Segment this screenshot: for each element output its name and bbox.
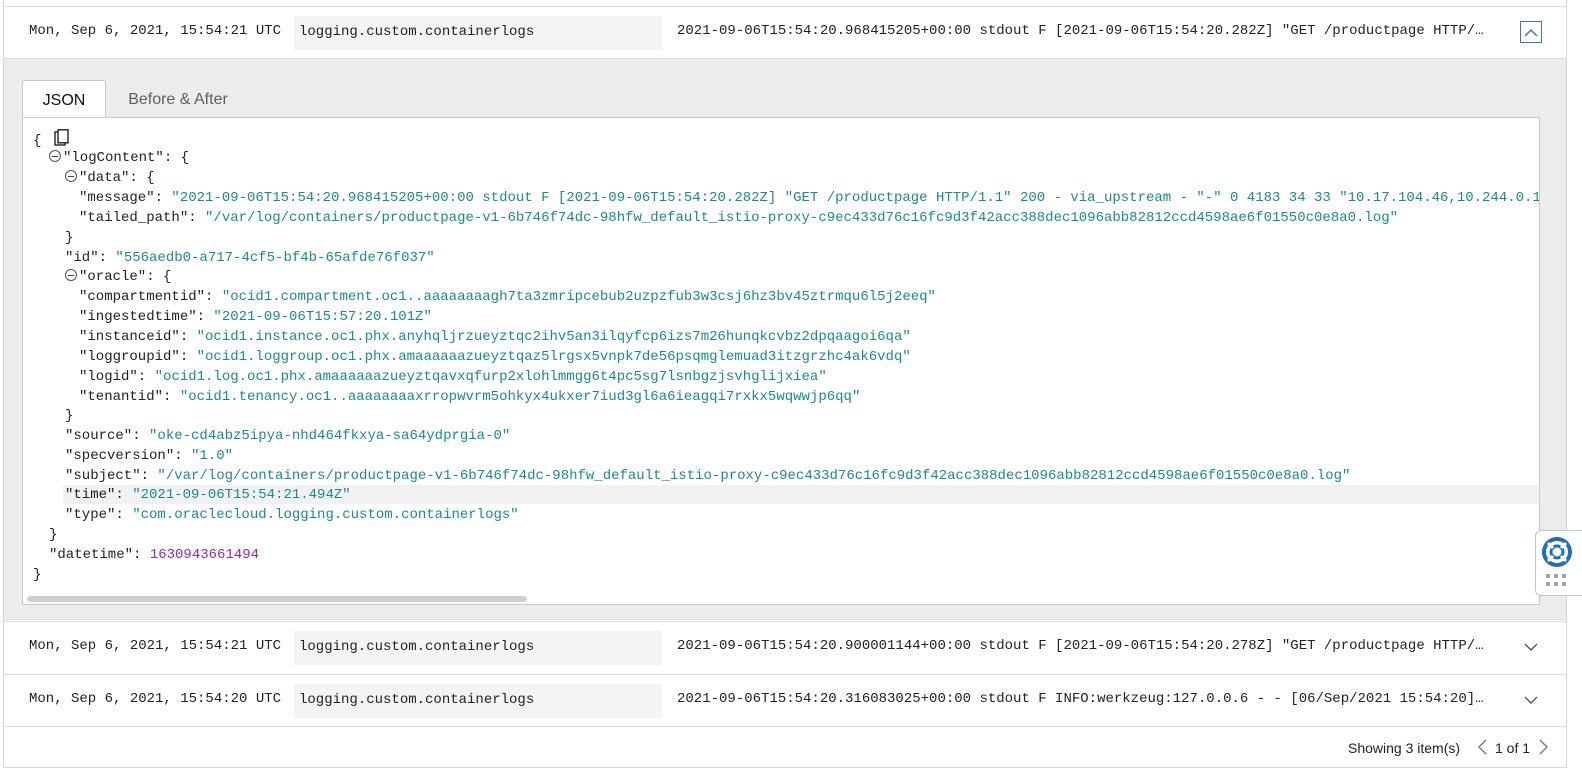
collapse-node-icon[interactable] [65, 269, 77, 281]
json-viewer: { "logContent": { "data": { "message": "… [22, 117, 1540, 605]
chevron-right-icon [1539, 739, 1548, 755]
horizontal-scrollbar[interactable] [27, 596, 527, 602]
lifebuoy-icon[interactable] [1542, 537, 1572, 567]
log-row-expanded[interactable]: Mon, Sep 6, 2021, 15:54:21 UTC logging.c… [4, 6, 1566, 58]
expand-row-button[interactable] [1520, 689, 1542, 711]
chevron-down-icon [1524, 696, 1538, 704]
help-widget[interactable] [1535, 530, 1582, 596]
json-line: } [65, 230, 74, 246]
log-source: logging.custom.containerlogs [294, 684, 662, 718]
json-line: "subject": "/var/log/containers/productp… [65, 468, 1351, 484]
chevron-left-icon [1478, 739, 1487, 755]
previous-page-button[interactable] [1477, 739, 1487, 758]
collapse-row-button[interactable] [1520, 21, 1542, 43]
json-line: "specversion": "1.0" [65, 448, 234, 464]
item-count-text: Showing 3 item(s) [1348, 740, 1461, 756]
tab-json[interactable]: JSON [22, 80, 106, 118]
json-line: } [33, 567, 42, 583]
json-line: "oracle": { [65, 268, 171, 287]
drag-handle-icon[interactable] [1546, 574, 1572, 588]
log-source: logging.custom.containerlogs [294, 631, 662, 665]
log-source: logging.custom.containerlogs [294, 16, 662, 50]
json-line: "type": "com.oraclecloud.logging.custom.… [65, 507, 519, 523]
pagination-footer: Showing 3 item(s) 1 of 1 [4, 726, 1566, 768]
json-line: "compartmentid": "ocid1.compartment.oc1.… [79, 289, 936, 305]
log-timestamp: Mon, Sep 6, 2021, 15:54:21 UTC [29, 638, 282, 654]
json-line: "tenantid": "ocid1.tenancy.oc1..aaaaaaaa… [79, 389, 861, 405]
log-message: 2021-09-06T15:54:20.316083025+00:00 stdo… [677, 691, 1484, 707]
tab-before-after[interactable]: Before & After [126, 80, 230, 118]
json-line: "source": "oke-cd4abz5ipya-nhd464fkxya-s… [65, 428, 511, 444]
json-line: "id": "556aedb0-a717-4cf5-bf4b-65afde76f… [65, 250, 435, 266]
json-line: "tailed_path": "/var/log/containers/prod… [79, 210, 1399, 226]
json-line: "ingestedtime": "2021-09-06T15:57:20.101… [79, 309, 432, 325]
json-line: "time": "2021-09-06T15:54:21.494Z" [65, 487, 351, 503]
json-line: { [33, 129, 70, 149]
log-row[interactable]: Mon, Sep 6, 2021, 15:54:20 UTC logging.c… [4, 674, 1566, 726]
log-timestamp: Mon, Sep 6, 2021, 15:54:20 UTC [29, 691, 282, 707]
log-timestamp: Mon, Sep 6, 2021, 15:54:21 UTC [29, 23, 282, 39]
json-line: "logContent": { [49, 149, 189, 168]
json-line: "message": "2021-09-06T15:54:20.96841520… [79, 190, 1540, 206]
json-line: "instanceid": "ocid1.instance.oc1.phx.an… [79, 329, 911, 345]
json-line: } [49, 527, 58, 543]
collapse-node-icon[interactable] [49, 150, 61, 162]
json-line: } [65, 408, 74, 424]
log-detail-panel: JSON Before & After { "logContent": { "d… [4, 58, 1566, 620]
next-page-button[interactable] [1539, 739, 1549, 758]
page-indicator: 1 of 1 [1495, 740, 1531, 756]
json-line: "loggroupid": "ocid1.loggroup.oc1.phx.am… [79, 349, 911, 365]
chevron-down-icon [1524, 643, 1538, 651]
log-row[interactable]: Mon, Sep 6, 2021, 15:54:21 UTC logging.c… [4, 621, 1566, 673]
log-message: 2021-09-06T15:54:20.968415205+00:00 stdo… [677, 23, 1484, 39]
collapse-node-icon[interactable] [65, 170, 77, 182]
log-message: 2021-09-06T15:54:20.900001144+00:00 stdo… [677, 638, 1484, 654]
json-line: "datetime": 1630943661494 [49, 547, 260, 563]
expand-row-button[interactable] [1520, 636, 1542, 658]
chevron-up-icon [1524, 28, 1538, 37]
json-line: "data": { [65, 169, 155, 188]
json-line: "logid": "ocid1.log.oc1.phx.amaaaaaazuey… [79, 369, 827, 385]
